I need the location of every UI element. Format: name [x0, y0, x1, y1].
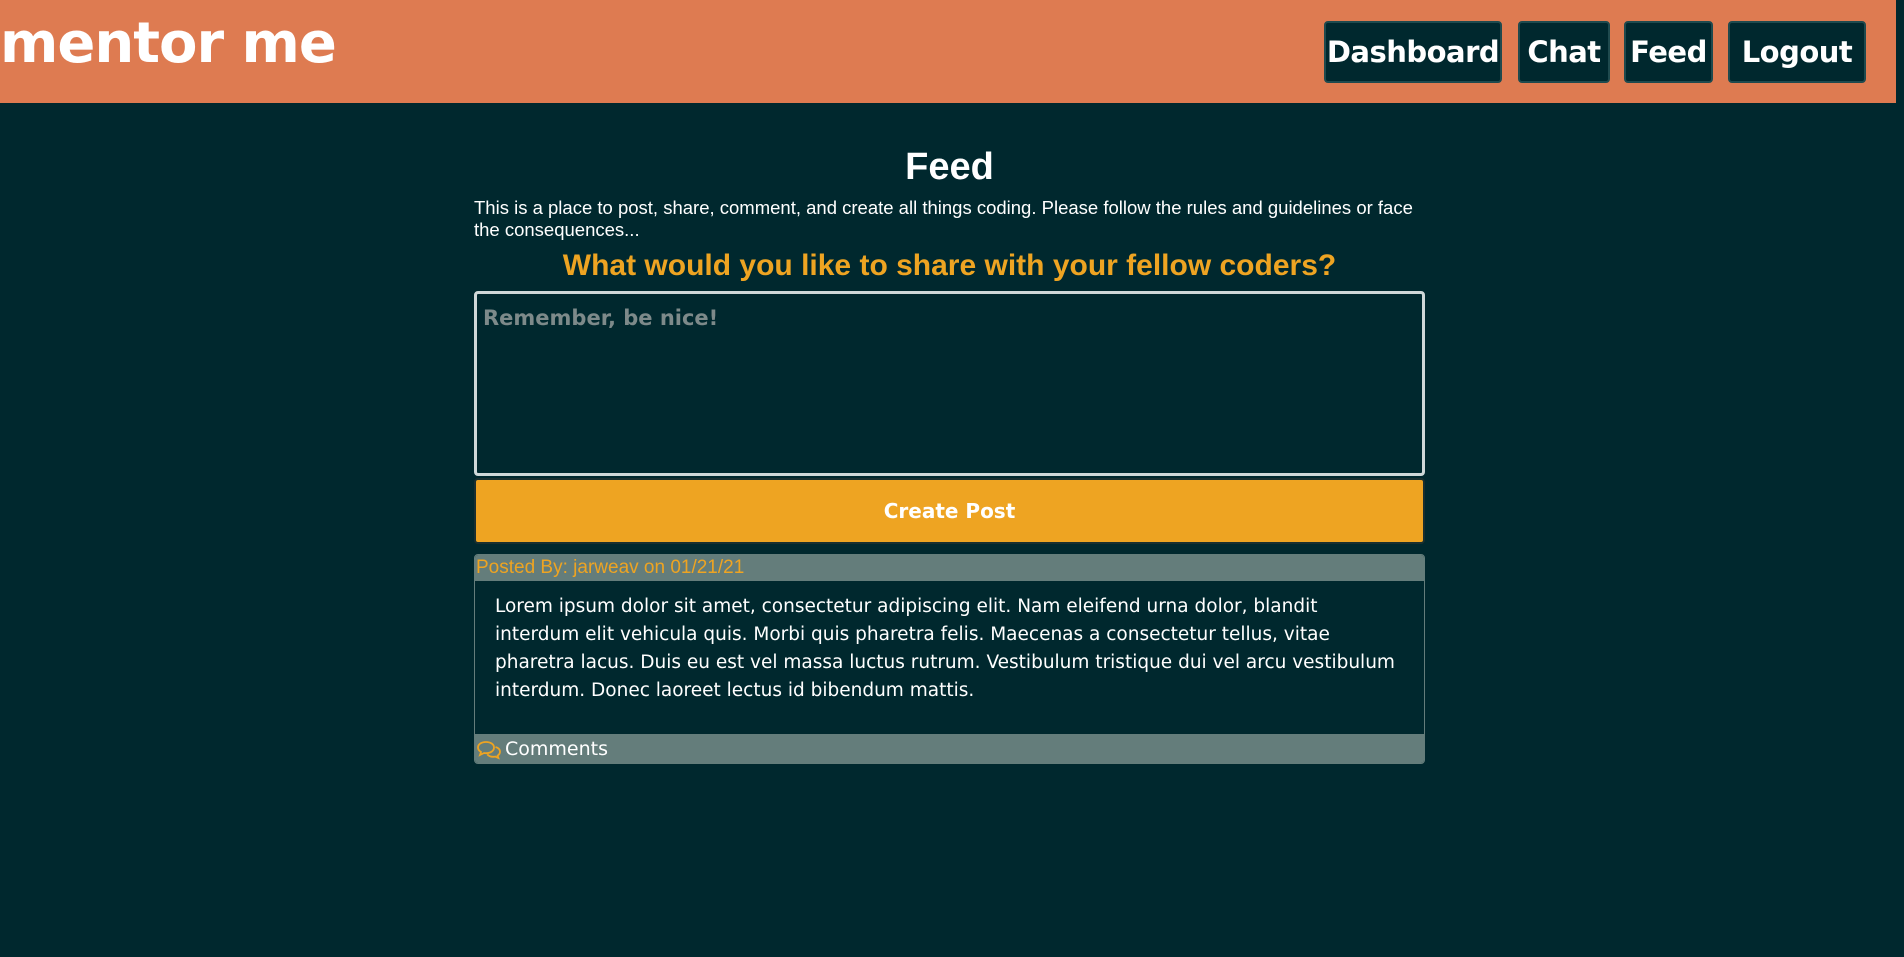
page-scrollbar[interactable] — [1896, 0, 1904, 957]
comments-label: Comments — [505, 738, 608, 760]
post-card: Posted By: jarweav on 01/21/21 Lorem ips… — [474, 554, 1425, 764]
top-header: mentor me Dashboard Chat Feed Logout — [0, 0, 1904, 103]
page-title: Feed — [905, 146, 994, 188]
nav-logout-button[interactable]: Logout — [1728, 21, 1866, 83]
new-post-textarea[interactable] — [474, 291, 1425, 476]
nav-feed-button[interactable]: Feed — [1624, 21, 1713, 83]
post-body: Lorem ipsum dolor sit amet, consectetur … — [495, 596, 1395, 701]
create-post-button[interactable]: Create Post — [474, 478, 1425, 544]
nav-chat-button[interactable]: Chat — [1518, 21, 1610, 83]
post-meta: Posted By: jarweav on 01/21/21 — [475, 555, 1424, 581]
app-logo[interactable]: mentor me — [0, 8, 337, 80]
nav-dashboard-button[interactable]: Dashboard — [1324, 21, 1502, 83]
share-prompt: What would you like to share with your f… — [562, 249, 1337, 282]
comments-icon — [477, 740, 501, 760]
comments-toggle[interactable]: Comments — [475, 734, 1424, 763]
feed-intro-text: This is a place to post, share, comment,… — [474, 197, 1413, 240]
